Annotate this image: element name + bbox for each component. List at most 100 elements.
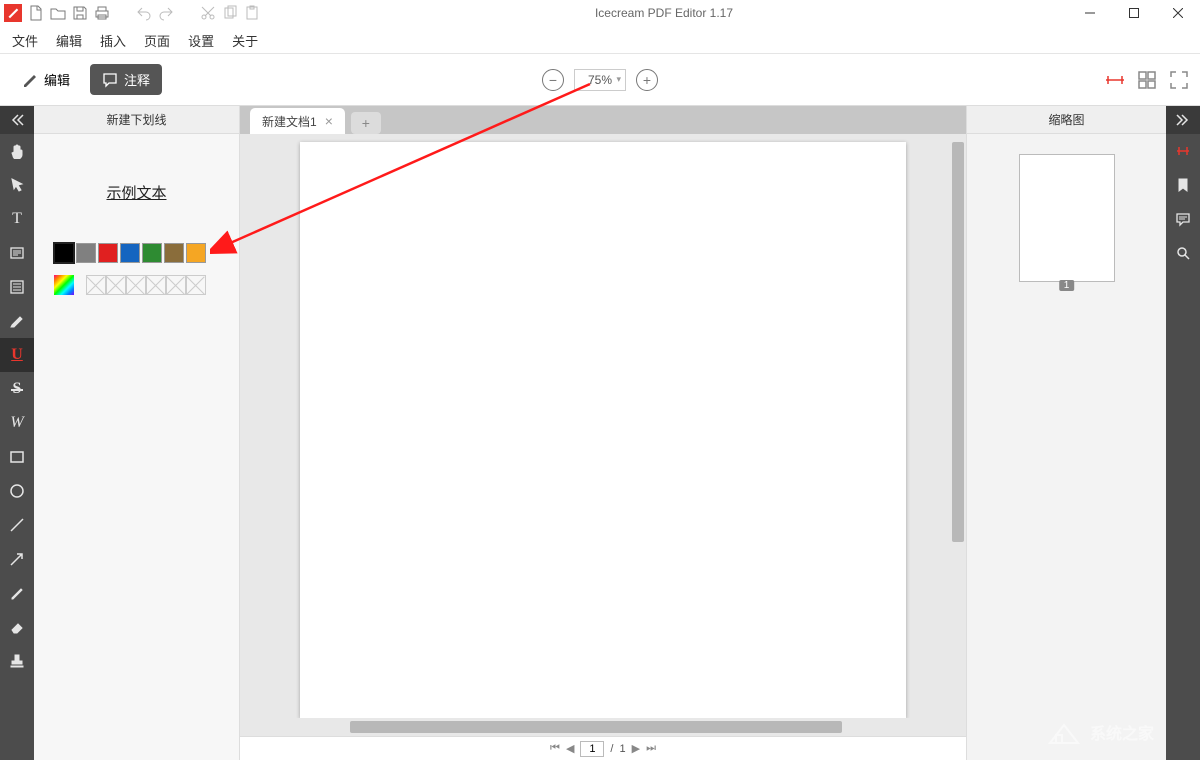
page-thumbnail-number: 1 [1059,280,1075,291]
document-area: 新建文档1 × + ⏮ ◀ / 1 ▶ ⏭ [240,106,966,760]
page-thumbnail[interactable]: 1 [1019,154,1115,282]
circle-tool[interactable] [0,474,34,508]
menu-settings[interactable]: 设置 [188,31,214,50]
highlight-tool[interactable] [0,304,34,338]
page-sep: / [610,743,613,755]
pencil-tool[interactable] [0,576,34,610]
horizontal-scrollbar-thumb[interactable] [350,721,842,733]
custom-swatch-empty[interactable] [126,275,146,295]
swatch-green[interactable] [142,243,162,263]
properties-panel: 新建下划线 示例文本 [34,106,240,760]
custom-swatch-empty[interactable] [166,275,186,295]
menu-insert[interactable]: 插入 [100,31,126,50]
new-file-icon[interactable] [28,5,44,21]
hand-tool[interactable] [0,134,34,168]
mode-annotate-button[interactable]: 注释 [90,64,162,95]
swatch-orange[interactable] [186,243,206,263]
rectangle-tool[interactable] [0,440,34,474]
zoom-out-button[interactable]: − [542,69,564,91]
thumbnails-panel: 缩略图 1 [966,106,1166,760]
swatch-brown[interactable] [164,243,184,263]
minimize-button[interactable] [1068,0,1112,27]
tab-label: 新建文档1 [262,113,317,130]
page-total: 1 [619,743,625,755]
print-icon[interactable] [94,5,110,21]
vertical-scrollbar[interactable] [952,142,964,542]
tab-bar: 新建文档1 × + [240,106,966,134]
form-tool[interactable] [0,270,34,304]
save-icon[interactable] [72,5,88,21]
custom-swatch-empty[interactable] [146,275,166,295]
swatch-black[interactable] [54,243,74,263]
right-tool-strip [1166,106,1200,760]
redo-icon[interactable] [158,5,174,21]
underline-tool[interactable]: U [0,338,34,372]
canvas-viewport[interactable] [240,134,966,736]
page-canvas[interactable] [300,142,906,718]
sample-text-preview: 示例文本 [34,182,239,203]
title-bar: Icecream PDF Editor 1.17 [0,0,1200,27]
horizontal-scrollbar-track[interactable] [240,718,952,736]
swatch-blue[interactable] [120,243,140,263]
left-tool-strip: T U S W [0,106,34,760]
strikethrough-tool[interactable]: S [0,372,34,406]
thumbnails-tab[interactable] [1166,134,1200,168]
page-navigator: ⏮ ◀ / 1 ▶ ⏭ [240,736,966,760]
close-button[interactable] [1156,0,1200,27]
comment-icon [102,72,118,88]
mode-edit-button[interactable]: 编辑 [10,64,82,95]
open-file-icon[interactable] [50,5,66,21]
fit-width-icon[interactable] [1104,69,1126,91]
first-page-button[interactable]: ⏮ [550,742,560,755]
cut-icon[interactable] [200,5,216,21]
menu-bar: 文件 编辑 插入 页面 设置 关于 [0,27,1200,54]
stamp-tool[interactable] [0,644,34,678]
mode-bar: 编辑 注释 − 75% + [0,54,1200,106]
thumbnails-panel-title: 缩略图 [967,106,1166,134]
maximize-button[interactable] [1112,0,1156,27]
menu-about[interactable]: 关于 [232,31,258,50]
svg-text:系统之家: 系统之家 [1090,724,1155,743]
bookmarks-tab[interactable] [1166,168,1200,202]
menu-edit[interactable]: 编辑 [56,31,82,50]
page-number-input[interactable] [580,741,604,757]
text-tool[interactable]: T [0,202,34,236]
document-tab[interactable]: 新建文档1 × [250,108,345,134]
menu-file[interactable]: 文件 [12,31,38,50]
line-tool[interactable] [0,508,34,542]
custom-swatch-empty[interactable] [186,275,206,295]
zoom-value-dropdown[interactable]: 75% [574,69,626,91]
search-tab[interactable] [1166,236,1200,270]
note-tool[interactable] [0,236,34,270]
undo-icon[interactable] [136,5,152,21]
properties-panel-title: 新建下划线 [34,106,239,134]
copy-icon[interactable] [222,5,238,21]
next-page-button[interactable]: ▶ [632,742,640,755]
menu-page[interactable]: 页面 [144,31,170,50]
mode-annotate-label: 注释 [124,70,150,89]
zoom-in-button[interactable]: + [636,69,658,91]
comments-tab[interactable] [1166,202,1200,236]
collapse-left-button[interactable] [0,106,34,134]
custom-swatch-empty[interactable] [106,275,126,295]
pencil-icon [22,72,38,88]
fullscreen-icon[interactable] [1168,69,1190,91]
add-tab-button[interactable]: + [351,112,381,134]
swatch-red[interactable] [98,243,118,263]
mode-edit-label: 编辑 [44,70,70,89]
squiggly-tool[interactable]: W [0,406,34,440]
select-tool[interactable] [0,168,34,202]
tab-close-icon[interactable]: × [325,113,333,129]
watermark: 系统之家 [1042,713,1192,756]
last-page-button[interactable]: ⏭ [646,742,656,755]
color-picker-button[interactable] [54,275,74,295]
prev-page-button[interactable]: ◀ [566,742,574,755]
swatch-gray[interactable] [76,243,96,263]
paste-icon[interactable] [244,5,260,21]
arrow-tool[interactable] [0,542,34,576]
custom-swatch-empty[interactable] [86,275,106,295]
eraser-tool[interactable] [0,610,34,644]
thumbnail-view-icon[interactable] [1136,69,1158,91]
collapse-right-button[interactable] [1166,106,1200,134]
color-swatch-row [34,243,239,263]
